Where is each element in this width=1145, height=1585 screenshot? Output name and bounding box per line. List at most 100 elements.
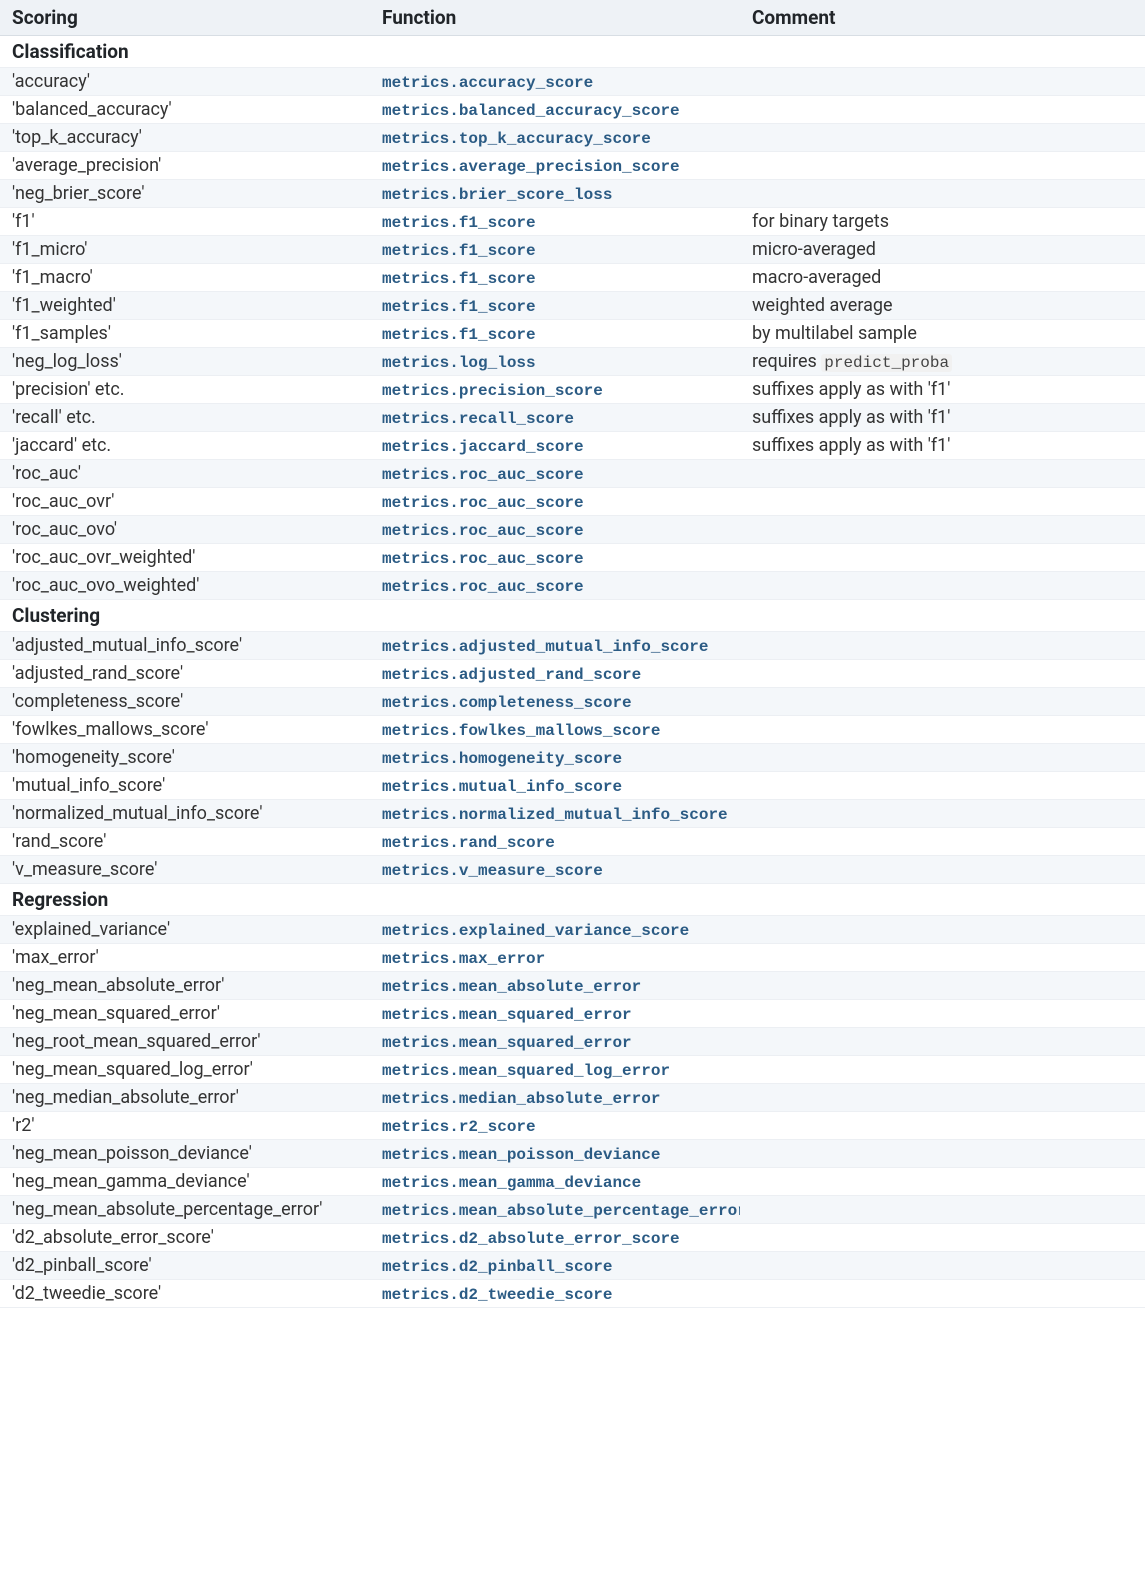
table-row: 'neg_mean_squared_log_error'metrics.mean… <box>0 1056 1145 1084</box>
table-row: 'explained_variance'metrics.explained_va… <box>0 916 1145 944</box>
function-link[interactable]: metrics.completeness_score <box>382 694 632 712</box>
function-link[interactable]: metrics.fowlkes_mallows_score <box>382 722 660 740</box>
comment-cell <box>740 180 1145 208</box>
function-link[interactable]: metrics.rand_score <box>382 834 555 852</box>
function-link[interactable]: metrics.d2_pinball_score <box>382 1258 612 1276</box>
function-link[interactable]: metrics.f1_score <box>382 242 536 260</box>
scoring-value: 'recall' etc. <box>12 407 96 428</box>
function-cell: metrics.log_loss <box>370 348 740 376</box>
comment-cell <box>740 744 1145 772</box>
header-function: Function <box>370 0 740 36</box>
scoring-value: 'neg_mean_absolute_percentage_error' <box>12 1199 322 1220</box>
function-link[interactable]: metrics.homogeneity_score <box>382 750 622 768</box>
scoring-value: 'precision' etc. <box>12 379 125 400</box>
function-cell: metrics.f1_score <box>370 264 740 292</box>
comment-cell <box>740 544 1145 572</box>
function-cell: metrics.adjusted_rand_score <box>370 660 740 688</box>
function-link[interactable]: metrics.log_loss <box>382 354 536 372</box>
function-link[interactable]: metrics.mean_absolute_percentage_error <box>382 1202 740 1220</box>
function-link[interactable]: metrics.f1_score <box>382 270 536 288</box>
function-link[interactable]: metrics.balanced_accuracy_score <box>382 102 680 120</box>
function-link[interactable]: metrics.roc_auc_score <box>382 578 584 596</box>
scoring-cell: 'neg_mean_absolute_error' <box>0 972 370 1000</box>
function-link[interactable]: metrics.jaccard_score <box>382 438 584 456</box>
function-link[interactable]: metrics.normalized_mutual_info_score <box>382 806 728 824</box>
function-link[interactable]: metrics.f1_score <box>382 298 536 316</box>
function-link[interactable]: metrics.max_error <box>382 950 545 968</box>
function-link[interactable]: metrics.mean_absolute_error <box>382 978 641 996</box>
function-link[interactable]: metrics.explained_variance_score <box>382 922 689 940</box>
comment-cell <box>740 1224 1145 1252</box>
function-cell: metrics.f1_score <box>370 208 740 236</box>
table-section-header: Regression <box>0 884 1145 916</box>
comment-cell <box>740 944 1145 972</box>
function-cell: metrics.mean_poisson_deviance <box>370 1140 740 1168</box>
function-link[interactable]: metrics.roc_auc_score <box>382 522 584 540</box>
function-cell: metrics.f1_score <box>370 236 740 264</box>
function-link[interactable]: metrics.accuracy_score <box>382 74 593 92</box>
function-link[interactable]: metrics.roc_auc_score <box>382 494 584 512</box>
table-row: 'neg_mean_absolute_error' metrics.mean_ab… <box>0 972 1145 1000</box>
function-cell: metrics.roc_auc_score <box>370 572 740 600</box>
function-link[interactable]: metrics.average_precision_score <box>382 158 680 176</box>
function-link[interactable]: metrics.mean_squared_error <box>382 1006 632 1024</box>
function-link[interactable]: metrics.median_absolute_error <box>382 1090 660 1108</box>
function-link[interactable]: metrics.brier_score_loss <box>382 186 612 204</box>
comment-cell: requires predict_proba <box>740 348 1145 376</box>
table-row: 'neg_mean_squared_error'metrics.mean_squ… <box>0 1000 1145 1028</box>
function-link[interactable]: metrics.f1_score <box>382 326 536 344</box>
scoring-value: 'neg_mean_absolute_error' <box>12 975 224 996</box>
function-link[interactable]: metrics.mean_squared_error <box>382 1034 632 1052</box>
function-cell: metrics.max_error <box>370 944 740 972</box>
scoring-value: 'neg_log_loss' <box>12 351 122 372</box>
function-link[interactable]: metrics.mutual_info_score <box>382 778 622 796</box>
scoring-parameters-table: Scoring Function Comment Classification'… <box>0 0 1145 1308</box>
function-link[interactable]: metrics.r2_score <box>382 1118 536 1136</box>
scoring-cell: 'recall' etc. <box>0 404 370 432</box>
comment-cell <box>740 1112 1145 1140</box>
function-cell: metrics.balanced_accuracy_score <box>370 96 740 124</box>
table-row: 'd2_absolute_error_score' metrics.d2_abso… <box>0 1224 1145 1252</box>
scoring-cell: 'neg_median_absolute_error' <box>0 1084 370 1112</box>
table-row: 'max_error'metrics.max_error <box>0 944 1145 972</box>
scoring-cell: 'homogeneity_score' <box>0 744 370 772</box>
function-link[interactable]: metrics.d2_tweedie_score <box>382 1286 612 1304</box>
table-row: 'rand_score'metrics.rand_score <box>0 828 1145 856</box>
function-link[interactable]: metrics.roc_auc_score <box>382 466 584 484</box>
function-link[interactable]: metrics.adjusted_rand_score <box>382 666 641 684</box>
table-row: 'neg_brier_score'metrics.brier_score_los… <box>0 180 1145 208</box>
scoring-cell: 'jaccard' etc. <box>0 432 370 460</box>
function-link[interactable]: metrics.d2_absolute_error_score <box>382 1230 680 1248</box>
scoring-value: 'roc_auc_ovr_weighted' <box>12 547 195 568</box>
table-row: 'd2_pinball_score'metrics.d2_pinball_sco… <box>0 1252 1145 1280</box>
function-link[interactable]: metrics.mean_poisson_deviance <box>382 1146 660 1164</box>
table-row: 'top_k_accuracy'metrics.top_k_accuracy_s… <box>0 124 1145 152</box>
table-row: 'roc_auc_ovr'metrics.roc_auc_score <box>0 488 1145 516</box>
scoring-value: 'd2_tweedie_score' <box>12 1283 161 1304</box>
function-link[interactable]: metrics.top_k_accuracy_score <box>382 130 651 148</box>
scoring-value: 'roc_auc_ovo' <box>12 519 117 540</box>
scoring-value: 'normalized_mutual_info_score' <box>12 803 262 824</box>
function-cell: metrics.roc_auc_score <box>370 460 740 488</box>
comment-cell <box>740 68 1145 96</box>
table-row: 'normalized_mutual_info_score' metrics.no… <box>0 800 1145 828</box>
function-cell: metrics.jaccard_score <box>370 432 740 460</box>
scoring-cell: 'v_measure_score' <box>0 856 370 884</box>
scoring-value: 'accuracy' <box>12 71 90 92</box>
function-link[interactable]: metrics.v_measure_score <box>382 862 603 880</box>
scoring-value: 'f1' <box>12 211 35 232</box>
function-cell: metrics.roc_auc_score <box>370 488 740 516</box>
function-link[interactable]: metrics.adjusted_mutual_info_score <box>382 638 708 656</box>
table-row: 'f1_macro'metrics.f1_scoremacro-averaged <box>0 264 1145 292</box>
function-link[interactable]: metrics.precision_score <box>382 382 603 400</box>
scoring-value: 'd2_absolute_error_score' <box>12 1227 214 1248</box>
function-link[interactable]: metrics.mean_squared_log_error <box>382 1062 670 1080</box>
comment-cell <box>740 96 1145 124</box>
comment-text: for binary targets <box>752 211 889 232</box>
function-link[interactable]: metrics.f1_score <box>382 214 536 232</box>
function-cell: metrics.normalized_mutual_info_score <box>370 800 740 828</box>
function-link[interactable]: metrics.roc_auc_score <box>382 550 584 568</box>
function-link[interactable]: metrics.recall_score <box>382 410 574 428</box>
function-cell: metrics.d2_tweedie_score <box>370 1280 740 1308</box>
function-link[interactable]: metrics.mean_gamma_deviance <box>382 1174 641 1192</box>
